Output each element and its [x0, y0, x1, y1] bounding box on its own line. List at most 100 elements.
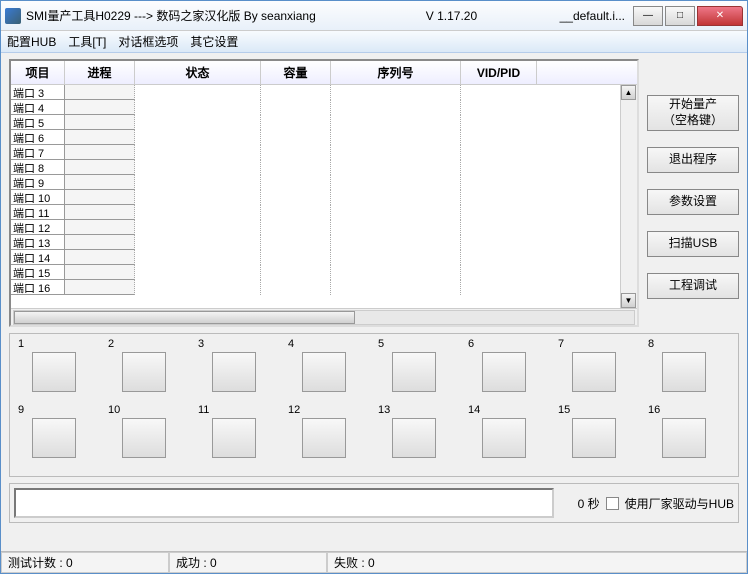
port-button[interactable]: [32, 418, 76, 458]
table-row[interactable]: 端口 5: [11, 115, 637, 130]
table-row[interactable]: 端口 16: [11, 280, 637, 295]
menu-tools[interactable]: 工具[T]: [68, 33, 106, 50]
horizontal-scrollbar[interactable]: [11, 308, 637, 325]
maximize-button[interactable]: □: [665, 6, 695, 26]
menu-config-hub[interactable]: 配置HUB: [7, 33, 56, 50]
port-button[interactable]: [482, 352, 526, 392]
settings-button[interactable]: 参数设置: [647, 189, 739, 215]
status-success-count: 成功 : 0: [169, 552, 327, 573]
exit-button[interactable]: 退出程序: [647, 147, 739, 173]
port-number-label: 1: [18, 338, 24, 350]
table-row[interactable]: 端口 3: [11, 85, 637, 100]
th-serial[interactable]: 序列号: [331, 61, 461, 84]
table-row[interactable]: 端口 15: [11, 265, 637, 280]
menu-dialog-options[interactable]: 对话框选项: [118, 33, 178, 50]
cell-port-label: 端口 5: [11, 115, 65, 130]
port-number-label: 14: [468, 404, 480, 416]
port-cell: 15: [554, 406, 644, 472]
port-number-label: 8: [648, 338, 654, 350]
port-number-label: 12: [288, 404, 300, 416]
port-cell: 16: [644, 406, 734, 472]
port-number-label: 15: [558, 404, 570, 416]
cell-port-label: 端口 15: [11, 265, 65, 280]
port-cell: 2: [104, 340, 194, 406]
table-row[interactable]: 端口 4: [11, 100, 637, 115]
port-button[interactable]: [302, 418, 346, 458]
port-button[interactable]: [212, 418, 256, 458]
cell-port-label: 端口 13: [11, 235, 65, 250]
port-cell: 6: [464, 340, 554, 406]
scan-usb-button[interactable]: 扫描USB: [647, 231, 739, 257]
progress-field[interactable]: [14, 488, 554, 518]
table-header: 项目 进程 状态 容量 序列号 VID/PID: [11, 61, 637, 85]
use-vendor-driver-label: 使用厂家驱动与HUB: [625, 495, 734, 512]
port-button[interactable]: [122, 352, 166, 392]
port-cell: 11: [194, 406, 284, 472]
port-cell: 5: [374, 340, 464, 406]
hscroll-thumb[interactable]: [14, 311, 355, 324]
table-row[interactable]: 端口 14: [11, 250, 637, 265]
window-controls: — □ ✕: [633, 6, 743, 26]
minimize-button[interactable]: —: [633, 6, 663, 26]
port-button[interactable]: [122, 418, 166, 458]
cell-port-label: 端口 14: [11, 250, 65, 265]
port-number-label: 16: [648, 404, 660, 416]
menu-other-settings[interactable]: 其它设置: [190, 33, 238, 50]
port-number-label: 11: [198, 404, 209, 416]
table-row[interactable]: 端口 13: [11, 235, 637, 250]
scroll-down-icon[interactable]: ▼: [621, 293, 636, 308]
port-button[interactable]: [572, 352, 616, 392]
port-button[interactable]: [572, 418, 616, 458]
use-vendor-driver-checkbox[interactable]: [606, 497, 619, 510]
port-cell: 13: [374, 406, 464, 472]
port-button[interactable]: [482, 418, 526, 458]
port-button[interactable]: [302, 352, 346, 392]
port-number-label: 3: [198, 338, 204, 350]
port-cell: 4: [284, 340, 374, 406]
table-row[interactable]: 端口 12: [11, 220, 637, 235]
table-row[interactable]: 端口 6: [11, 130, 637, 145]
th-status[interactable]: 状态: [135, 61, 261, 84]
debug-button[interactable]: 工程调试: [647, 273, 739, 299]
close-button[interactable]: ✕: [697, 6, 743, 26]
port-cell: 8: [644, 340, 734, 406]
th-vidpid[interactable]: VID/PID: [461, 61, 537, 84]
start-production-button[interactable]: 开始量产 （空格键）: [647, 95, 739, 131]
table-row[interactable]: 端口 8: [11, 160, 637, 175]
cell-port-label: 端口 16: [11, 280, 65, 295]
port-button[interactable]: [392, 418, 436, 458]
th-item[interactable]: 项目: [11, 61, 65, 84]
port-cell: 14: [464, 406, 554, 472]
scroll-up-icon[interactable]: ▲: [621, 85, 636, 100]
port-button[interactable]: [662, 418, 706, 458]
table-row[interactable]: 端口 11: [11, 205, 637, 220]
port-number-label: 2: [108, 338, 114, 350]
side-buttons: 开始量产 （空格键） 退出程序 参数设置 扫描USB 工程调试: [647, 59, 739, 327]
table-row[interactable]: 端口 7: [11, 145, 637, 160]
menubar: 配置HUB 工具[T] 对话框选项 其它设置: [1, 31, 747, 53]
app-icon: [5, 8, 21, 24]
port-number-label: 5: [378, 338, 384, 350]
status-fail-count: 失败 : 0: [327, 552, 747, 573]
cell-port-label: 端口 7: [11, 145, 65, 160]
bottom-strip: 0 秒 使用厂家驱动与HUB: [9, 483, 739, 523]
port-number-label: 13: [378, 404, 390, 416]
status-test-count: 测试计数 : 0: [1, 552, 169, 573]
th-process[interactable]: 进程: [65, 61, 135, 84]
table-row[interactable]: 端口 10: [11, 190, 637, 205]
port-button[interactable]: [662, 352, 706, 392]
port-cell: 7: [554, 340, 644, 406]
vertical-scrollbar[interactable]: ▲ ▼: [620, 85, 637, 308]
table-row[interactable]: 端口 9: [11, 175, 637, 190]
port-button[interactable]: [212, 352, 256, 392]
th-capacity[interactable]: 容量: [261, 61, 331, 84]
table-body[interactable]: 端口 3端口 4端口 5端口 6端口 7端口 8端口 9端口 10端口 11端口…: [11, 85, 637, 308]
cell-port-label: 端口 10: [11, 190, 65, 205]
port-button[interactable]: [32, 352, 76, 392]
port-grid: 12345678910111213141516: [9, 333, 739, 477]
port-cell: 1: [14, 340, 104, 406]
port-button[interactable]: [392, 352, 436, 392]
port-number-label: 4: [288, 338, 294, 350]
ports-table: 项目 进程 状态 容量 序列号 VID/PID 端口 3端口 4端口 5端口 6…: [9, 59, 639, 327]
port-cell: 9: [14, 406, 104, 472]
